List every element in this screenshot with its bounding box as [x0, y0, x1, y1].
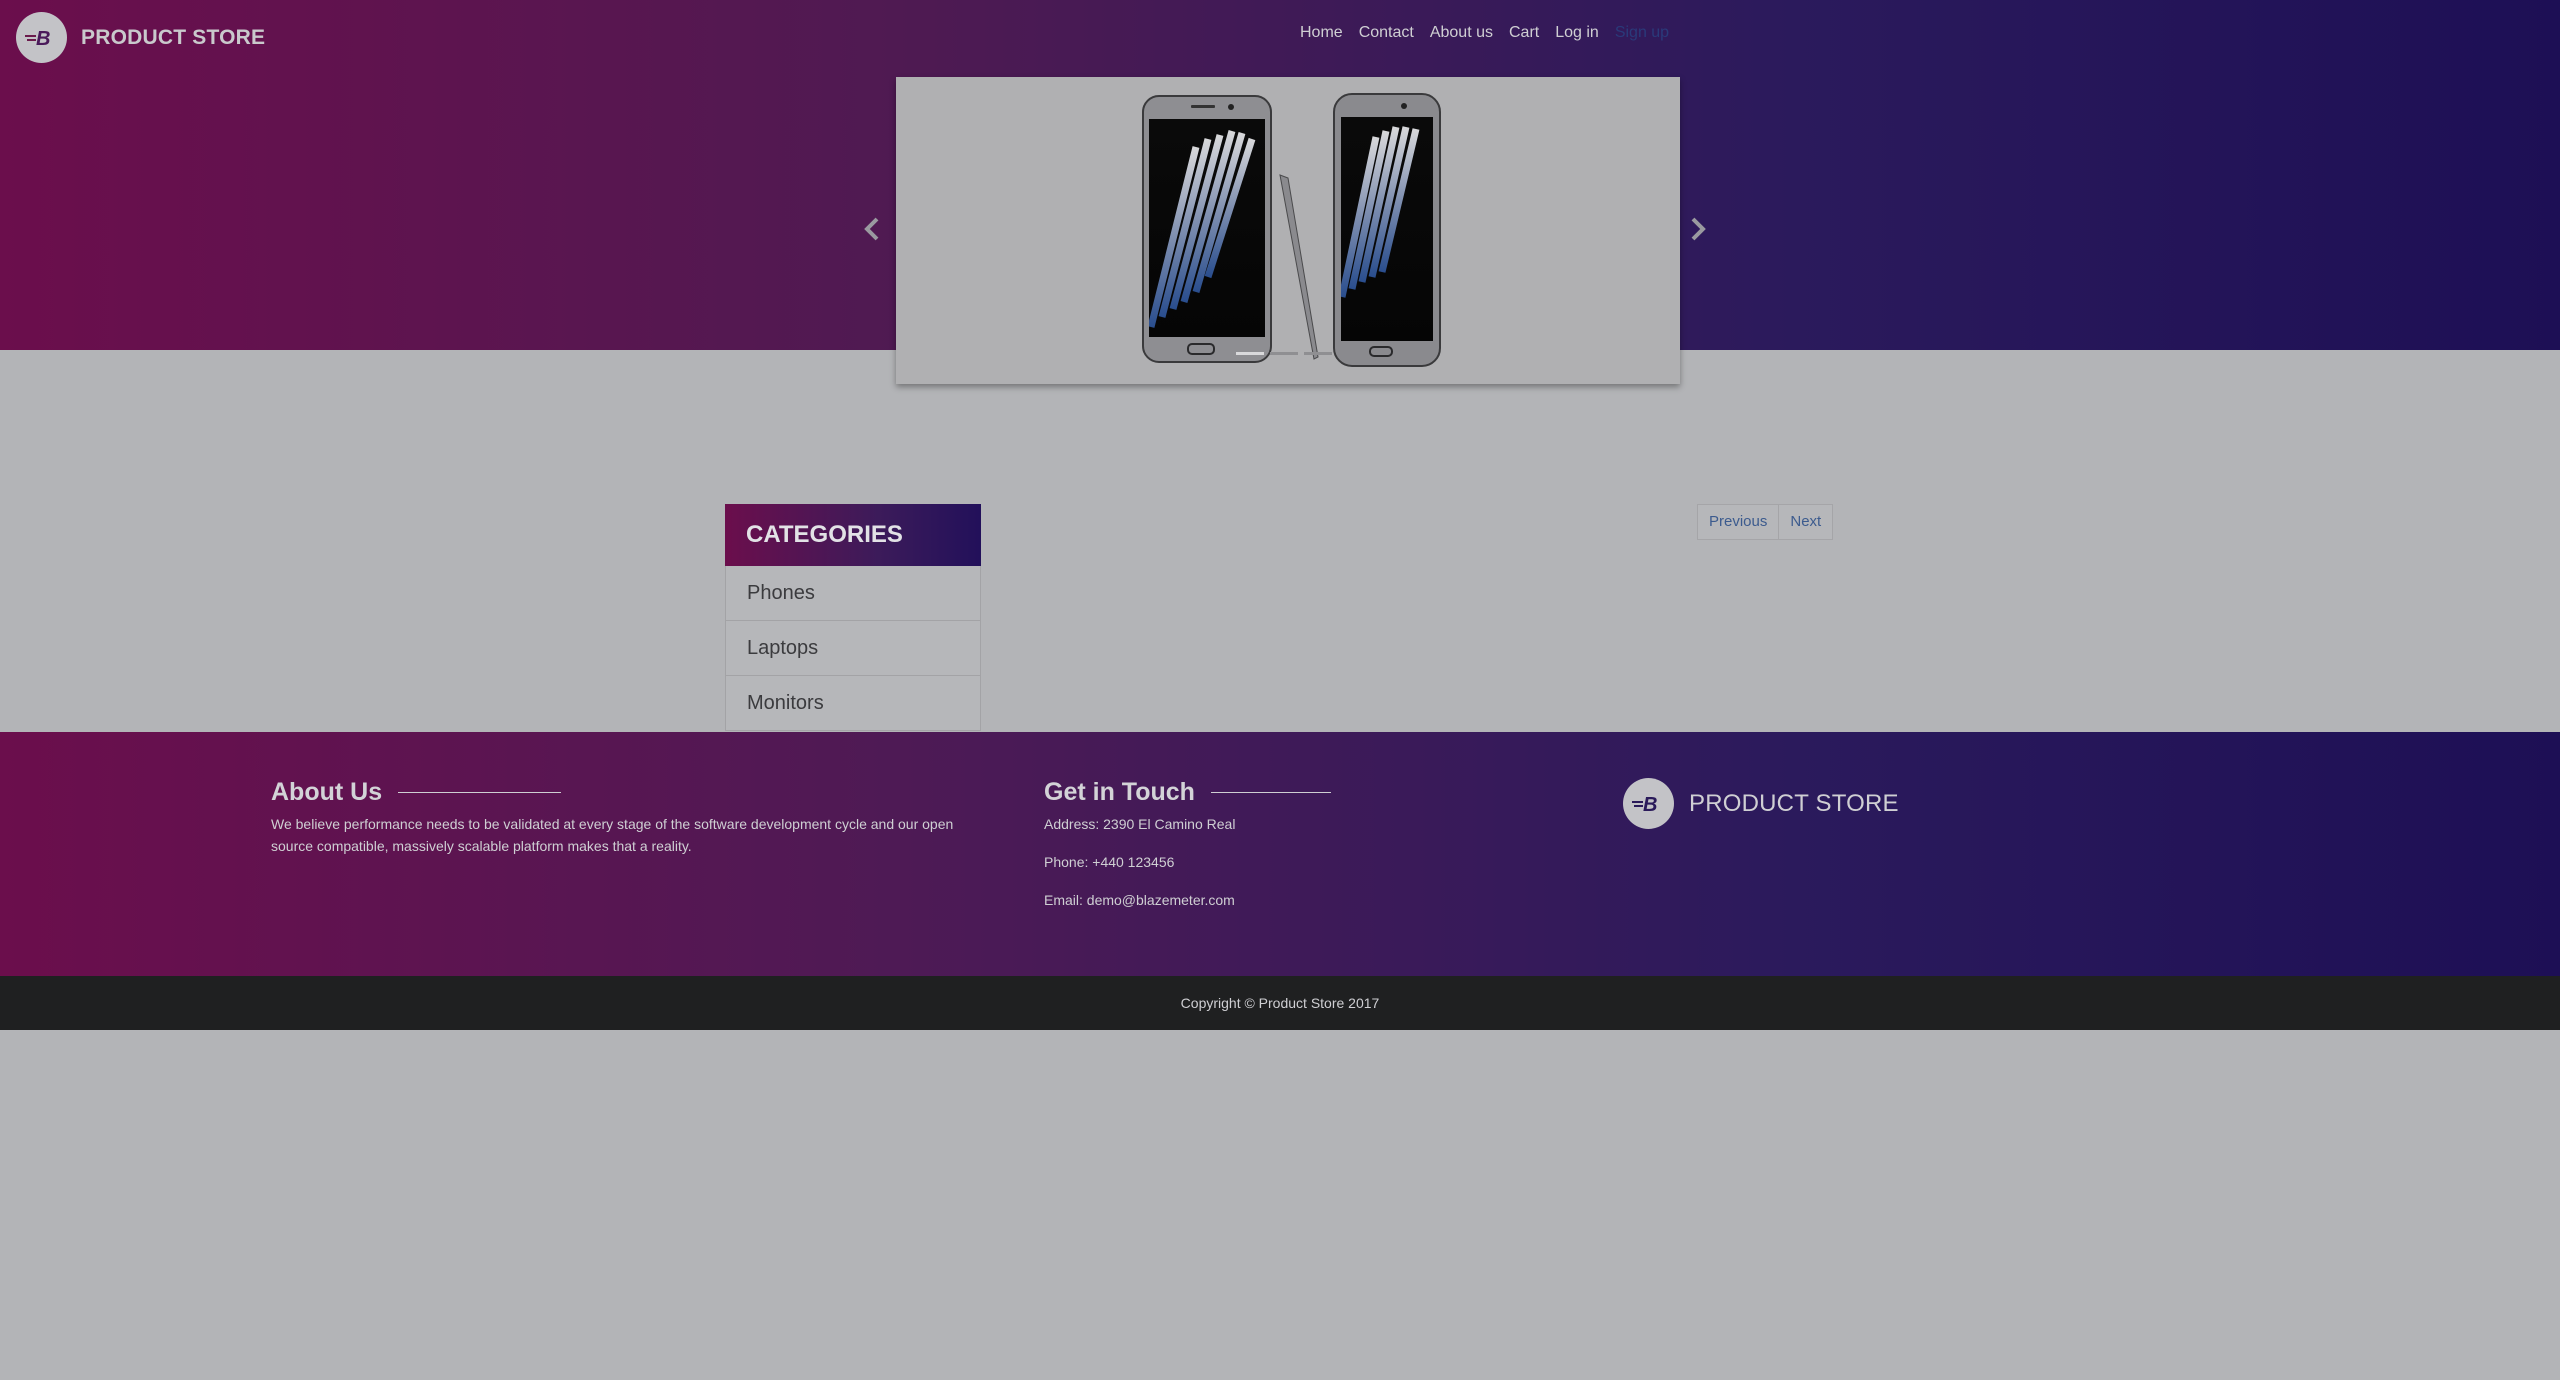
nav-contact[interactable]: Contact — [1359, 24, 1414, 42]
categories-title: CATEGORIES — [725, 504, 981, 566]
next-page-button[interactable]: Next — [1779, 504, 1834, 540]
about-us-heading: About Us — [271, 778, 562, 807]
product-carousel — [896, 77, 1680, 384]
category-monitors[interactable]: Monitors — [725, 676, 981, 731]
nav-cart[interactable]: Cart — [1509, 24, 1539, 42]
contact-address: Address: 2390 El Camino Real — [1044, 816, 1236, 832]
nav-sign-up[interactable]: Sign up — [1615, 24, 1669, 42]
nav-log-in[interactable]: Log in — [1555, 24, 1599, 42]
previous-page-button[interactable]: Previous — [1697, 504, 1780, 540]
get-in-touch-heading: Get in Touch — [1044, 778, 1331, 807]
main-nav: Home Contact About us Cart Log in Sign u… — [1300, 24, 1669, 42]
about-us-text: We believe performance needs to be valid… — [271, 816, 954, 854]
carousel-next-arrow-icon[interactable] — [1685, 216, 1709, 242]
brand-logo-icon: B — [16, 12, 67, 63]
contact-phone: Phone: +440 123456 — [1044, 854, 1175, 870]
nav-about-us[interactable]: About us — [1430, 24, 1493, 42]
contact-divider — [1210, 792, 1331, 793]
footer-logo-icon: B — [1623, 778, 1674, 829]
svg-text:B: B — [1643, 794, 1657, 816]
carousel-prev-arrow-icon[interactable] — [861, 216, 885, 242]
categories-panel: CATEGORIES Phones Laptops Monitors — [725, 504, 981, 731]
footer-brand: B PRODUCT STORE — [1623, 778, 1899, 829]
copyright-text: Copyright © Product Store 2017 — [1180, 995, 1380, 1011]
footer-brand-name: PRODUCT STORE — [1689, 789, 1899, 817]
brand[interactable]: B PRODUCT STORE — [16, 12, 265, 63]
category-phones[interactable]: Phones — [725, 566, 981, 621]
contact-email: Email: demo@blazemeter.com — [1044, 892, 1235, 908]
category-laptops[interactable]: Laptops — [725, 621, 981, 676]
nav-home[interactable]: Home — [1300, 24, 1343, 42]
about-divider — [398, 792, 562, 793]
pagination: Previous Next — [1697, 504, 1834, 540]
svg-text:B: B — [36, 28, 50, 50]
carousel-image — [1142, 93, 1441, 367]
brand-name: PRODUCT STORE — [81, 25, 266, 49]
copyright-bar: Copyright © Product Store 2017 — [0, 976, 2560, 1030]
